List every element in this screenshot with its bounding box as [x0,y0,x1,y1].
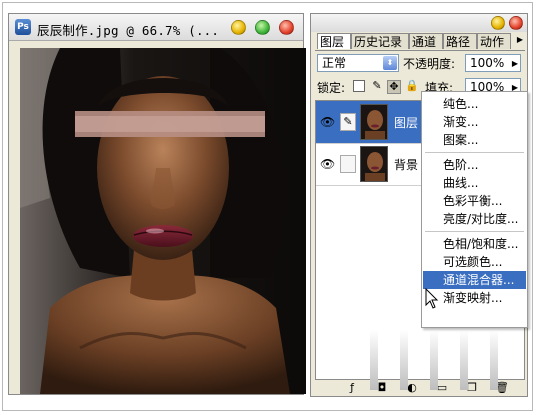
menu-item-curves[interactable]: 曲线... [423,174,526,192]
menu-item-gradient[interactable]: 渐变... [423,113,526,131]
menu-item-color-balance[interactable]: 色彩平衡... [423,192,526,210]
palette-tabs: 图层 历史记录 通道 路径 动作 ▶ [315,33,525,51]
tab-channels[interactable]: 通道 [409,33,443,49]
portrait-photo [20,48,306,394]
image-canvas[interactable] [20,48,306,394]
palette-minimize-button[interactable] [491,16,505,30]
lock-transparency-icon[interactable] [353,80,365,92]
link-box[interactable] [340,155,356,173]
blend-row: 正常 ⬍ 不透明度: 100% ▶ [315,54,525,74]
palette-titlebar[interactable] [311,14,527,32]
document-titlebar[interactable]: Ps 辰辰制作.jpg @ 66.7% (... [9,14,303,41]
opacity-field[interactable]: 100% ▶ [465,54,521,72]
fade-bar [430,330,438,390]
layer-style-icon[interactable]: ƒ [345,382,359,394]
layer-name[interactable]: 背景 [394,156,418,173]
menu-item-brightness-contrast[interactable]: 亮度/对比度... [423,210,526,228]
tab-paths[interactable]: 路径 [443,33,477,49]
blend-mode-select[interactable]: 正常 ⬍ [317,54,399,72]
menu-separator [425,231,524,232]
lock-label: 锁定: [317,81,346,95]
opacity-arrow-icon[interactable]: ▶ [512,56,518,72]
fade-bar [460,330,468,390]
opacity-label: 不透明度: [403,57,456,71]
fade-bar [370,330,378,390]
palette-close-button[interactable] [509,16,523,30]
minimize-button[interactable] [231,20,246,35]
layer-thumbnail [360,146,388,182]
layer-name[interactable]: 图层 [394,114,418,131]
lock-move-icon[interactable]: ✥ [387,80,401,94]
maximize-button[interactable] [255,20,270,35]
photoshop-icon: Ps [15,19,31,35]
eye-icon[interactable]: 👁 [320,157,336,171]
menu-item-channel-mixer[interactable]: 通道混合器... [423,271,526,289]
fade-bar [400,330,408,390]
menu-item-pattern[interactable]: 图案... [423,131,526,149]
document-title: 辰辰制作.jpg @ 66.7% (... [37,23,220,38]
layer-thumbnail [360,104,388,140]
mouse-cursor-icon [425,288,439,309]
opacity-value: 100% [470,56,505,70]
tab-menu-arrow-icon[interactable]: ▶ [517,35,523,44]
eye-icon[interactable]: 👁 [320,115,336,129]
fade-bar [490,330,498,390]
lock-brush-icon[interactable]: ✎ [371,80,383,92]
menu-item-levels[interactable]: 色阶... [423,156,526,174]
blend-mode-dropdown-icon[interactable]: ⬍ [383,56,397,70]
document-window: Ps 辰辰制作.jpg @ 66.7% (... [8,13,306,395]
menu-item-solid-color[interactable]: 纯色... [423,95,526,113]
brush-icon[interactable]: ✎ [340,113,356,131]
tab-actions[interactable]: 动作 [477,33,511,49]
tab-history[interactable]: 历史记录 [351,33,409,49]
close-button[interactable] [279,20,294,35]
tab-layers[interactable]: 图层 [317,33,351,49]
menu-separator [425,152,524,153]
menu-item-hue-saturation[interactable]: 色相/饱和度... [423,235,526,253]
blend-mode-value: 正常 [322,56,347,70]
lock-all-icon[interactable]: 🔒 [405,80,419,92]
menu-item-selective-color[interactable]: 可选颜色... [423,253,526,271]
